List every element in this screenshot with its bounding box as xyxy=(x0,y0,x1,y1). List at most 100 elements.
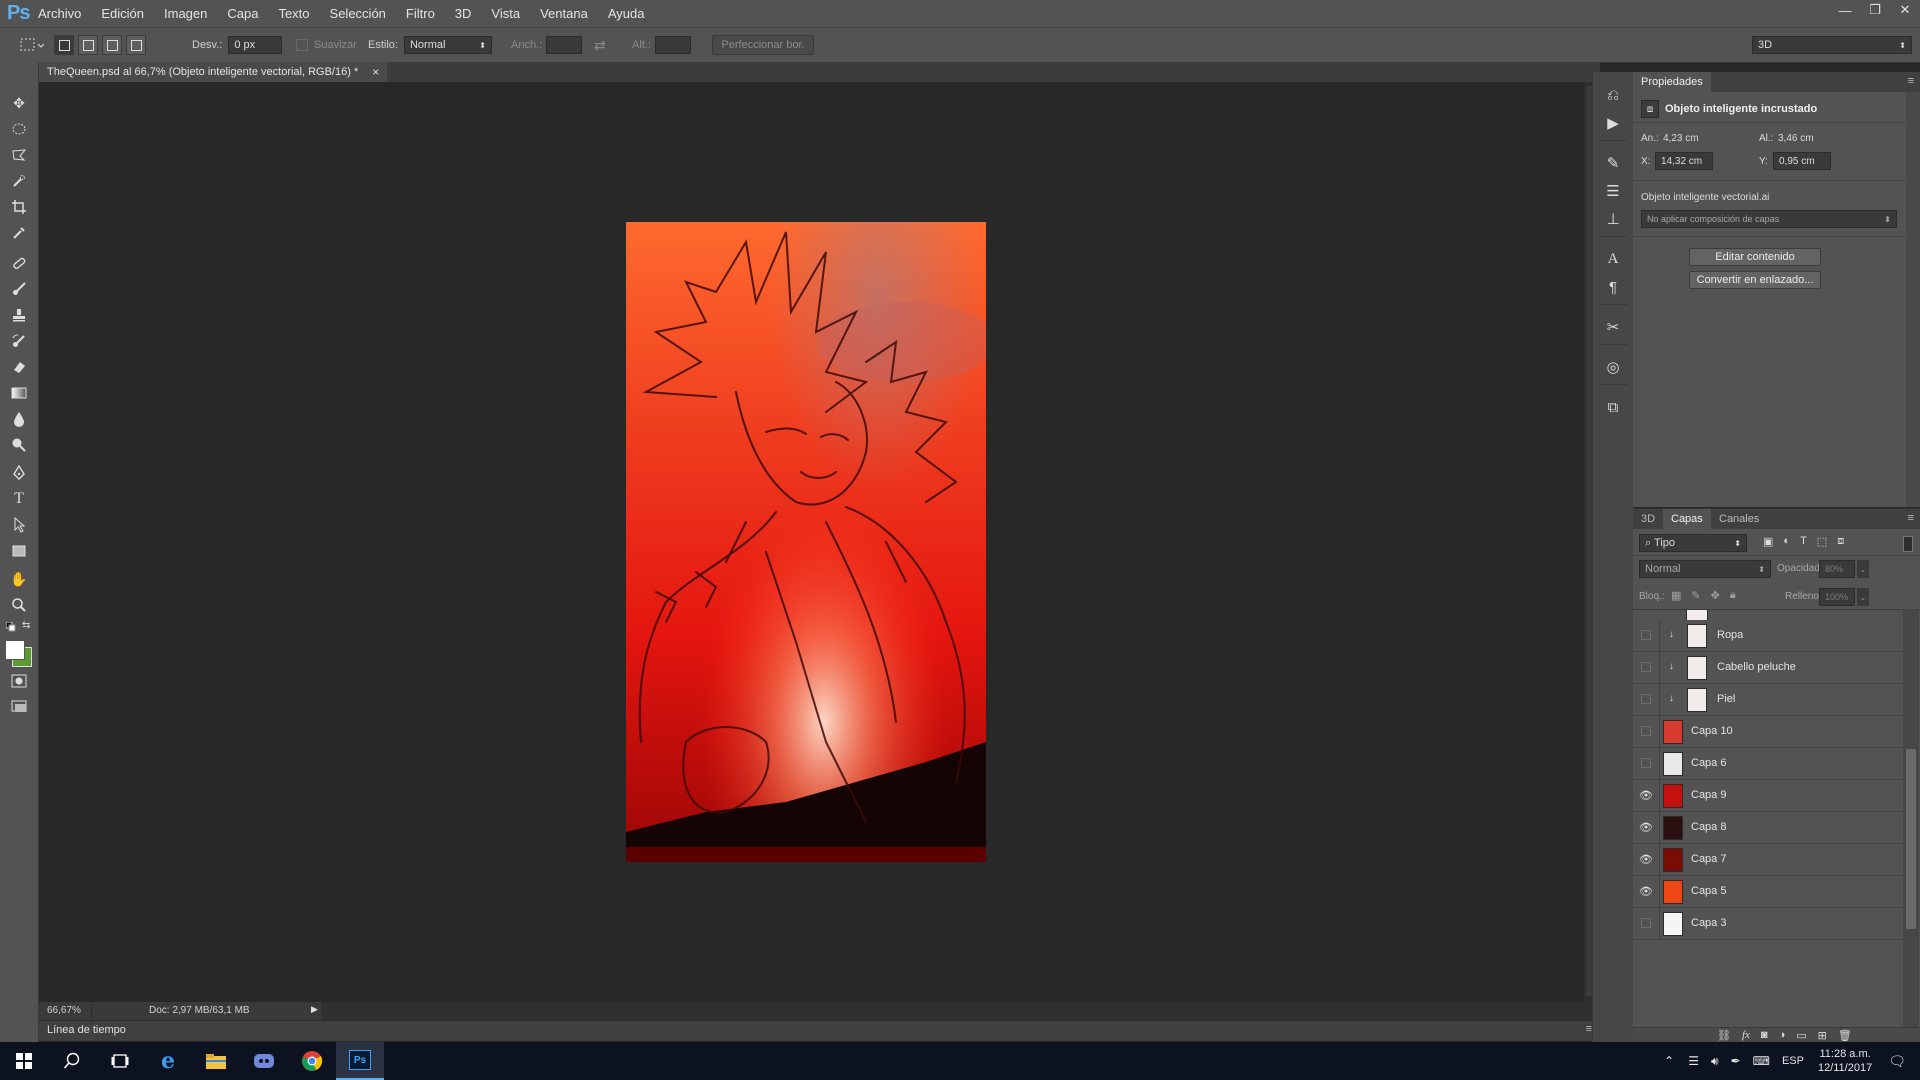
hand-tool[interactable]: ✋ xyxy=(6,568,32,590)
discord-icon[interactable] xyxy=(240,1042,288,1080)
menu-item-3d[interactable]: 3D xyxy=(455,6,472,21)
layer-name[interactable]: Capa 5 xyxy=(1691,885,1726,897)
foreground-color-swatch[interactable] xyxy=(5,640,25,660)
menu-item-filtro[interactable]: Filtro xyxy=(406,6,435,21)
search-button[interactable] xyxy=(48,1042,96,1080)
filter-smart-object-icon[interactable]: ⧈ xyxy=(1837,535,1844,548)
lasso-tool[interactable] xyxy=(6,144,32,166)
layer-name[interactable]: Capa 6 xyxy=(1691,757,1726,769)
menu-item-texto[interactable]: Texto xyxy=(278,6,309,21)
dodge-tool[interactable] xyxy=(6,434,32,456)
layer-name[interactable]: Cabello peluche xyxy=(1717,661,1796,673)
height-value[interactable]: 3,46 cm xyxy=(1778,133,1814,144)
filter-type-icon[interactable]: T xyxy=(1800,535,1807,548)
layer-row[interactable]: ↓ Ropa xyxy=(1633,620,1903,652)
close-tab-icon[interactable]: × xyxy=(372,65,379,79)
start-button[interactable] xyxy=(0,1042,48,1080)
pen-tool[interactable] xyxy=(6,462,32,484)
layer-name[interactable]: Capa 9 xyxy=(1691,789,1726,801)
photoshop-taskbar-button[interactable]: Ps xyxy=(336,1042,384,1080)
visibility-toggle[interactable] xyxy=(1641,726,1651,736)
gradient-tool[interactable] xyxy=(6,382,32,404)
antialias-checkbox[interactable] xyxy=(296,39,308,51)
lock-transparent-icon[interactable]: ▦ xyxy=(1671,589,1681,602)
layer-name[interactable]: Capa 3 xyxy=(1691,917,1726,929)
add-selection-button[interactable] xyxy=(78,35,98,55)
adjustments-icon[interactable]: ☰ xyxy=(1601,180,1625,202)
task-view-button[interactable] xyxy=(96,1042,144,1080)
swap-dimensions-icon[interactable]: ⇄ xyxy=(594,28,606,62)
blend-mode-select[interactable]: Normal ⬍ xyxy=(1639,560,1771,578)
horizontal-scrollbar[interactable] xyxy=(321,1002,1600,1020)
edit-contents-button[interactable]: Editar contenido xyxy=(1689,248,1821,266)
filter-toggle-switch[interactable] xyxy=(1903,536,1913,552)
properties-scrollbar[interactable] xyxy=(1906,92,1920,507)
subtract-selection-button[interactable] xyxy=(102,35,122,55)
layer-name[interactable]: Piel xyxy=(1717,693,1735,705)
filter-shape-icon[interactable]: ⬚ xyxy=(1817,535,1827,548)
workspace-select[interactable]: 3D ⬍ xyxy=(1752,36,1912,54)
eyedropper-tool[interactable] xyxy=(6,222,32,244)
menu-item-vista[interactable]: Vista xyxy=(491,6,520,21)
tab-3d[interactable]: 3D xyxy=(1633,509,1663,529)
clock[interactable]: 11:28 a.m. 12/11/2017 xyxy=(1818,1047,1872,1075)
layer-row[interactable]: ↓ Cabello peluche xyxy=(1633,652,1903,684)
layer-name[interactable]: Capa 8 xyxy=(1691,821,1726,833)
chrome-icon[interactable] xyxy=(288,1042,336,1080)
ellipse-marquee-tool[interactable] xyxy=(6,118,32,140)
edge-browser-icon[interactable]: e xyxy=(144,1042,192,1080)
panel-menu-icon[interactable]: ≡ xyxy=(1908,75,1914,87)
file-explorer-icon[interactable] xyxy=(192,1042,240,1080)
creative-cloud-libraries-icon[interactable]: ◎ xyxy=(1601,356,1625,378)
new-selection-button[interactable] xyxy=(54,35,74,55)
pen-ink-icon[interactable]: ✒ xyxy=(1731,1054,1741,1068)
rectangle-tool[interactable] xyxy=(6,540,32,562)
default-colors-icon[interactable] xyxy=(5,621,16,632)
zoom-tool[interactable] xyxy=(6,594,32,616)
visibility-toggle[interactable] xyxy=(1641,662,1651,672)
document-tab[interactable]: TheQueen.psd al 66,7% (Objeto inteligent… xyxy=(39,62,388,82)
menu-item-seleccion[interactable]: Selección xyxy=(330,6,386,21)
artwork-canvas[interactable] xyxy=(626,222,986,862)
status-menu-arrow-icon[interactable]: ▶ xyxy=(311,1004,318,1015)
menu-item-ventana[interactable]: Ventana xyxy=(540,6,588,21)
lock-image-icon[interactable]: ✎ xyxy=(1691,589,1700,602)
height-input[interactable] xyxy=(654,36,691,54)
eye-visibility-icon[interactable]: 👁︎ xyxy=(1639,788,1653,802)
layer-row[interactable]: Capa 10 xyxy=(1633,716,1903,748)
chevron-up-icon[interactable]: ⌃ xyxy=(1664,1054,1674,1068)
layer-row[interactable]: 👁︎ Capa 7 xyxy=(1633,844,1903,876)
action-center-icon[interactable]: 🗨︎ xyxy=(1888,1053,1906,1070)
layers-scroll-thumb[interactable] xyxy=(1906,749,1916,929)
menu-item-ayuda[interactable]: Ayuda xyxy=(608,6,645,21)
eraser-tool[interactable] xyxy=(6,356,32,378)
style-select[interactable]: Normal ⬍ xyxy=(403,36,492,54)
visibility-toggle[interactable] xyxy=(1641,630,1651,640)
actions-play-icon[interactable]: ▶ xyxy=(1601,112,1625,134)
quick-selection-tool[interactable] xyxy=(6,170,32,192)
layer-row[interactable]: 👁︎ Capa 8 xyxy=(1633,812,1903,844)
add-mask-icon[interactable]: ◙ xyxy=(1761,1029,1768,1042)
layer-name[interactable]: Ropa xyxy=(1717,629,1743,641)
tab-properties[interactable]: Propiedades xyxy=(1633,72,1711,92)
refine-edge-button[interactable]: Perfeccionar bor. xyxy=(712,35,814,55)
history-panel-icon[interactable]: ⎌ xyxy=(1601,84,1625,106)
layer-filter-select[interactable]: ⌕ Tipo ⬍ xyxy=(1639,534,1747,552)
filter-adjustment-icon[interactable]: ◐ xyxy=(1783,535,1790,548)
minimize-button[interactable]: — xyxy=(1830,0,1860,20)
opacity-dropdown-icon[interactable]: ⌄ xyxy=(1857,560,1869,578)
layer-row[interactable]: 👁︎ Capa 9 xyxy=(1633,780,1903,812)
restore-button[interactable]: ❐ xyxy=(1860,0,1890,20)
layer-row[interactable]: ↓ Piel xyxy=(1633,684,1903,716)
intersect-selection-button[interactable] xyxy=(126,35,146,55)
brush-presets-icon[interactable]: ✎ xyxy=(1601,152,1625,174)
lock-all-icon[interactable]: 🔒︎ xyxy=(1730,589,1736,602)
width-value[interactable]: 4,23 cm xyxy=(1663,133,1699,144)
crop-tool[interactable] xyxy=(6,196,32,218)
brush-tool[interactable] xyxy=(6,278,32,300)
panel-menu-icon[interactable]: ≡ xyxy=(1908,512,1914,524)
new-adjustment-icon[interactable]: ◑ xyxy=(1779,1029,1786,1042)
layer-row[interactable]: Capa 3 xyxy=(1633,908,1903,940)
history-brush-tool[interactable] xyxy=(6,330,32,352)
layer-row[interactable]: 👁︎ Capa 5 xyxy=(1633,876,1903,908)
